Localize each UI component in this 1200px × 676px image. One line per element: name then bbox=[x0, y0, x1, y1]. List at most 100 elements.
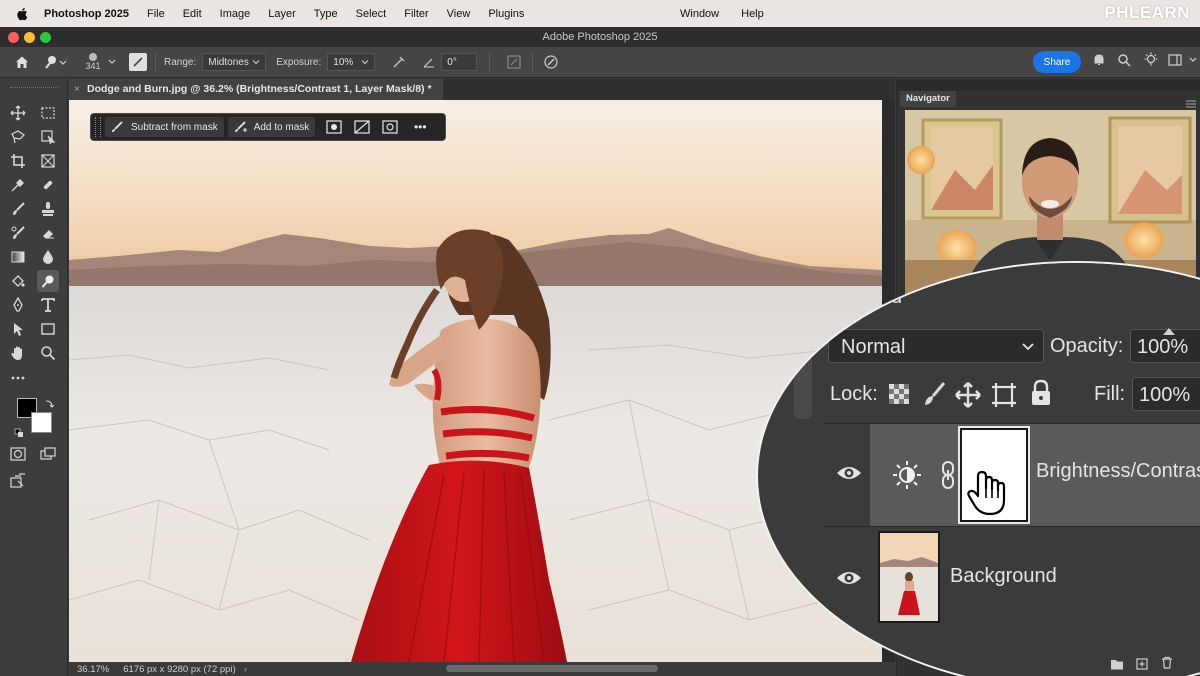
clone-stamp-tool-icon[interactable] bbox=[37, 198, 59, 220]
search-icon[interactable] bbox=[1117, 53, 1133, 69]
layers-scrollbar[interactable] bbox=[794, 329, 812, 419]
lock-all-icon[interactable] bbox=[1030, 379, 1052, 407]
layer-name[interactable]: Brightness/Contrast 1 bbox=[1036, 460, 1200, 483]
brightness-contrast-adjustment-icon[interactable] bbox=[892, 460, 922, 490]
object-selection-tool-icon[interactable] bbox=[37, 126, 59, 148]
background-layer-thumbnail[interactable] bbox=[878, 531, 940, 623]
task-bar-grip[interactable] bbox=[95, 117, 101, 137]
menu-window[interactable]: Window bbox=[680, 8, 719, 20]
chevron-down-icon[interactable] bbox=[1188, 55, 1198, 67]
marquee-tool-icon[interactable] bbox=[37, 102, 59, 124]
delete-layer-icon[interactable] bbox=[1161, 656, 1173, 669]
range-select[interactable]: Midtones bbox=[202, 53, 267, 71]
path-selection-tool-icon[interactable] bbox=[7, 318, 29, 340]
menu-type[interactable]: Type bbox=[314, 8, 338, 20]
new-group-icon[interactable] bbox=[1110, 657, 1124, 670]
zoom-window-button[interactable] bbox=[40, 32, 51, 43]
menu-filter[interactable]: Filter bbox=[404, 8, 428, 20]
panel-menu-icon[interactable] bbox=[1186, 95, 1196, 108]
brush-size-picker[interactable]: 341 bbox=[79, 53, 107, 71]
workspace-icon[interactable] bbox=[1168, 53, 1184, 69]
close-window-button[interactable] bbox=[8, 32, 19, 43]
background-color-swatch[interactable] bbox=[31, 412, 52, 433]
refine-mask-icon[interactable] bbox=[379, 117, 401, 137]
paint-bucket-tool-icon[interactable] bbox=[7, 270, 29, 292]
crop-tool-icon[interactable] bbox=[7, 150, 29, 172]
menu-app-name[interactable]: Photoshop 2025 bbox=[44, 8, 129, 20]
lock-artboard-icon[interactable] bbox=[990, 381, 1018, 409]
mask-link-icon[interactable] bbox=[940, 460, 956, 490]
menu-help[interactable]: Help bbox=[741, 8, 764, 20]
edit-toolbar-icon[interactable] bbox=[7, 470, 29, 492]
brush-tool-icon[interactable] bbox=[7, 198, 29, 220]
menu-layer[interactable]: Layer bbox=[268, 8, 296, 20]
menu-select[interactable]: Select bbox=[356, 8, 387, 20]
blend-mode-select[interactable]: Normal bbox=[828, 329, 1044, 363]
layer-kind-filter[interactable]: Kind bbox=[862, 286, 902, 309]
status-arrow-icon[interactable]: › bbox=[244, 664, 247, 675]
horizontal-scrollbar[interactable] bbox=[446, 665, 658, 672]
dodge-tool-icon[interactable] bbox=[37, 270, 59, 292]
eye-visibility-icon[interactable] bbox=[836, 464, 864, 484]
tab-document[interactable]: × Dodge and Burn.jpg @ 36.2% (Brightness… bbox=[69, 79, 443, 100]
close-tab-icon[interactable]: × bbox=[74, 79, 80, 100]
lock-position-icon[interactable] bbox=[954, 381, 982, 409]
lasso-tool-icon[interactable] bbox=[7, 126, 29, 148]
history-brush-tool-icon[interactable] bbox=[7, 222, 29, 244]
frame-tool-icon[interactable] bbox=[37, 150, 59, 172]
hand-tool-icon[interactable] bbox=[7, 342, 29, 364]
angle-field[interactable]: 0° bbox=[441, 53, 478, 71]
screen-mode-icon[interactable] bbox=[37, 443, 59, 465]
collapse-arrow-icon[interactable] bbox=[1162, 323, 1176, 335]
mask-properties-icon[interactable] bbox=[323, 117, 345, 137]
gradient-tool-icon[interactable] bbox=[7, 246, 29, 268]
quick-mask-icon[interactable] bbox=[7, 443, 29, 465]
tool-preset-picker[interactable] bbox=[43, 51, 71, 73]
pressure-icon[interactable] bbox=[541, 52, 561, 72]
subtract-from-mask-button[interactable]: Subtract from mask bbox=[105, 117, 224, 137]
protect-tones-icon[interactable] bbox=[504, 52, 524, 72]
menu-file[interactable]: File bbox=[147, 8, 165, 20]
more-options-icon[interactable]: ••• bbox=[409, 117, 431, 137]
more-tools-icon[interactable] bbox=[7, 367, 29, 389]
discover-lightbulb-icon[interactable] bbox=[1143, 52, 1161, 70]
layer-row[interactable]: Background bbox=[824, 527, 1200, 633]
healing-brush-tool-icon[interactable] bbox=[37, 174, 59, 196]
move-tool-icon[interactable] bbox=[7, 102, 29, 124]
add-to-mask-button[interactable]: Add to mask bbox=[227, 117, 316, 137]
new-layer-icon[interactable] bbox=[1136, 657, 1148, 670]
rectangle-tool-icon[interactable] bbox=[37, 318, 59, 340]
blur-tool-icon[interactable] bbox=[37, 246, 59, 268]
exposure-field[interactable]: 10% bbox=[327, 53, 376, 71]
brush-settings-icon[interactable] bbox=[129, 53, 147, 71]
toolbar-grip[interactable] bbox=[10, 87, 58, 89]
search-icon[interactable] bbox=[840, 287, 860, 307]
notifications-bell-icon[interactable] bbox=[1092, 53, 1108, 69]
menu-edit[interactable]: Edit bbox=[183, 8, 202, 20]
eyedropper-tool-icon[interactable] bbox=[7, 174, 29, 196]
layer-row[interactable]: Brightness/Contrast 1 bbox=[824, 424, 1200, 526]
lock-transparent-pixels-icon[interactable] bbox=[888, 383, 910, 405]
share-button[interactable]: Share bbox=[1033, 51, 1081, 73]
layer-name[interactable]: Background bbox=[950, 565, 1057, 588]
chevron-down-icon[interactable] bbox=[107, 57, 117, 67]
home-icon[interactable] bbox=[11, 51, 33, 73]
zoom-tool-icon[interactable] bbox=[37, 342, 59, 364]
menu-plugins[interactable]: Plugins bbox=[488, 8, 524, 20]
menu-view[interactable]: View bbox=[447, 8, 471, 20]
default-colors-icon[interactable] bbox=[14, 425, 24, 437]
eraser-tool-icon[interactable] bbox=[37, 222, 59, 244]
eye-visibility-icon[interactable] bbox=[836, 569, 864, 589]
swap-colors-icon[interactable] bbox=[44, 396, 55, 408]
invert-mask-icon[interactable] bbox=[351, 117, 373, 137]
apple-icon[interactable] bbox=[16, 7, 30, 21]
fill-field[interactable]: 100% bbox=[1132, 377, 1200, 411]
pen-tool-icon[interactable] bbox=[7, 294, 29, 316]
type-tool-icon[interactable] bbox=[37, 294, 59, 316]
airbrush-icon[interactable] bbox=[389, 52, 409, 72]
menu-image[interactable]: Image bbox=[220, 8, 251, 20]
zoom-level[interactable]: 36.17% bbox=[77, 664, 109, 675]
tab-navigator[interactable]: Navigator bbox=[900, 91, 956, 107]
minimize-window-button[interactable] bbox=[24, 32, 35, 43]
lock-image-pixels-icon[interactable] bbox=[922, 381, 948, 407]
